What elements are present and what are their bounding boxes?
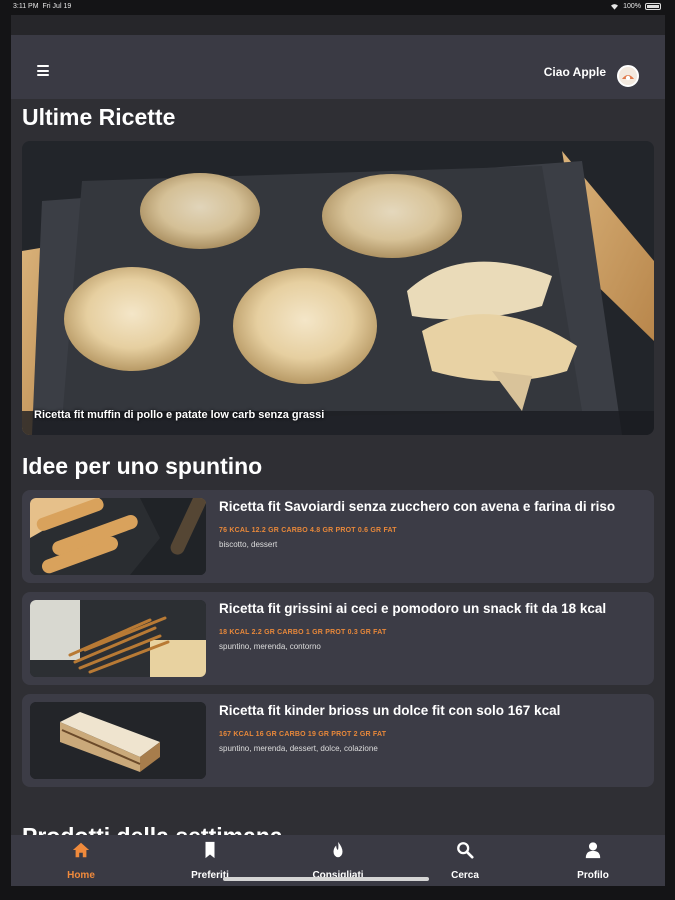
wifi-icon [611, 4, 619, 10]
recipe-macros: 167 KCAL 16 GR CARBO 19 GR PROT 2 GR FAT [219, 731, 387, 738]
status-time: 3:11 PM [13, 3, 39, 10]
search-icon [457, 842, 474, 859]
bookmark-icon [205, 841, 215, 859]
recipe-tags: spuntino, merenda, dessert, dolce, colaz… [219, 744, 378, 753]
recipe-title: Ricetta fit kinder brioss un dolce fit c… [219, 703, 561, 718]
status-date: Fri Jul 19 [42, 3, 72, 10]
top-strip [11, 15, 665, 35]
nav-profile[interactable]: Profilo [528, 835, 658, 886]
recipe-thumbnail [30, 498, 206, 575]
snack-ideas-title: Idee per uno spuntino [22, 453, 263, 479]
featured-recipe-caption: Ricetta fit muffin di pollo e patate low… [34, 409, 325, 421]
greeting-text: Ciao Apple [543, 65, 606, 79]
recipe-tags: biscotto, dessert [219, 540, 278, 549]
recipe-macros: 18 KCAL 2.2 GR CARBO 1 GR PROT 0.3 GR FA… [219, 629, 387, 636]
avatar[interactable] [617, 65, 639, 87]
latest-recipes-title: Ultime Ricette [22, 104, 176, 130]
app-bar: Ciao Apple [11, 35, 665, 99]
flame-icon [333, 841, 343, 858]
nav-home-label: Home [67, 870, 95, 881]
person-icon [585, 842, 601, 859]
recipe-tags: spuntino, merenda, contorno [219, 642, 321, 651]
recipe-title: Ricetta fit Savoiardi senza zucchero con… [219, 499, 616, 514]
recipe-thumbnail [30, 600, 206, 677]
nav-home[interactable]: Home [16, 835, 146, 886]
recipe-macros: 76 KCAL 12.2 GR CARBO 4.8 GR PROT 0.6 GR… [219, 527, 397, 534]
home-icon [72, 842, 90, 858]
recipe-card[interactable]: Ricetta fit kinder brioss un dolce fit c… [22, 694, 654, 787]
recipe-card[interactable]: Ricetta fit grissini ai ceci e pomodoro … [22, 592, 654, 685]
recipe-thumbnail [30, 702, 206, 779]
recipe-title: Ricetta fit grissini ai ceci e pomodoro … [219, 601, 607, 616]
menu-icon[interactable] [37, 65, 49, 76]
home-indicator [223, 877, 429, 881]
recipe-card[interactable]: Ricetta fit Savoiardi senza zucchero con… [22, 490, 654, 583]
featured-recipe-card[interactable]: Ricetta fit muffin di pollo e patate low… [22, 141, 654, 435]
battery-percent: 100% [623, 3, 641, 10]
battery-icon [645, 3, 661, 10]
featured-recipe-image [22, 141, 654, 435]
nav-profile-label: Profilo [577, 870, 609, 881]
app-screen: Ciao Apple Ultime Ricette Ricetta fit mu… [11, 15, 665, 886]
status-bar: 3:11 PM Fri Jul 19 100% [0, 0, 675, 14]
